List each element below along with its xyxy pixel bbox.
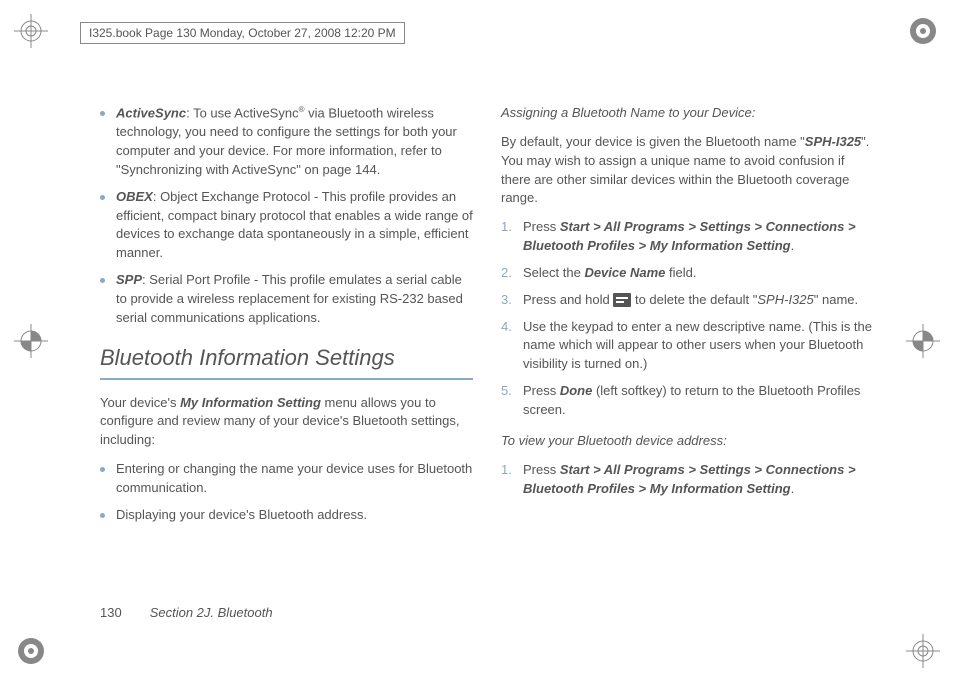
profile-term: OBEX [116, 189, 153, 204]
profile-term: ActiveSync [116, 105, 186, 120]
crop-mark-icon [14, 634, 48, 668]
right-column: Assigning a Bluetooth Name to your Devic… [501, 104, 874, 602]
menu-name: My Information Setting [180, 395, 321, 410]
text: . [791, 481, 795, 496]
device-name-default: SPH-I325 [805, 134, 861, 149]
text: Select the [523, 265, 584, 280]
assign-steps: Press Start > All Programs > Settings > … [501, 218, 874, 420]
profile-list: ActiveSync: To use ActiveSync® via Bluet… [100, 104, 473, 328]
text: : Serial Port Profile - This profile emu… [116, 272, 463, 325]
text: Press [523, 219, 560, 234]
device-name-default: SPH-I325 [757, 292, 813, 307]
text: Press [523, 383, 560, 398]
step-item: Press Start > All Programs > Settings > … [501, 461, 874, 499]
nav-path: Start > All Programs > Settings > Connec… [523, 462, 856, 496]
text: . [791, 238, 795, 253]
profile-term: SPP [116, 272, 142, 287]
crop-mark-icon [906, 634, 940, 668]
settings-list: Entering or changing the name your devic… [100, 460, 473, 525]
text: Press [523, 462, 560, 477]
text: Press and hold [523, 292, 613, 307]
crop-mark-icon [906, 14, 940, 48]
softkey-name: Done [560, 383, 593, 398]
view-heading: To view your Bluetooth device address: [501, 432, 874, 451]
left-column: ActiveSync: To use ActiveSync® via Bluet… [100, 104, 473, 602]
list-item: Displaying your device's Bluetooth addre… [100, 506, 473, 525]
text: Your device's [100, 395, 180, 410]
list-item: SPP: Serial Port Profile - This profile … [100, 271, 473, 328]
intro-paragraph: Your device's My Information Setting men… [100, 394, 473, 451]
crop-mark-icon [14, 324, 48, 358]
step-item: Press Start > All Programs > Settings > … [501, 218, 874, 256]
text: By default, your device is given the Blu… [501, 134, 805, 149]
step-item: Press Done (left softkey) to return to t… [501, 382, 874, 420]
crop-mark-icon [906, 324, 940, 358]
crop-mark-icon [14, 14, 48, 48]
text: : Object Exchange Protocol - This profil… [116, 189, 473, 261]
nav-path: Start > All Programs > Settings > Connec… [523, 219, 856, 253]
backspace-key-icon [613, 293, 631, 307]
text: : To use ActiveSync [186, 105, 299, 120]
assign-heading: Assigning a Bluetooth Name to your Devic… [501, 104, 874, 123]
step-item: Use the keypad to enter a new descriptiv… [501, 318, 874, 375]
list-item: OBEX: Object Exchange Protocol - This pr… [100, 188, 473, 263]
field-name: Device Name [584, 265, 665, 280]
page-header-meta: I325.book Page 130 Monday, October 27, 2… [80, 22, 405, 44]
text: field. [665, 265, 696, 280]
page-content: ActiveSync: To use ActiveSync® via Bluet… [100, 104, 874, 602]
section-heading: Bluetooth Information Settings [100, 342, 473, 380]
list-item: Entering or changing the name your devic… [100, 460, 473, 498]
view-steps: Press Start > All Programs > Settings > … [501, 461, 874, 499]
text: to delete the default " [631, 292, 757, 307]
text: " name. [814, 292, 858, 307]
step-item: Press and hold to delete the default "SP… [501, 291, 874, 310]
page-footer: 130 Section 2J. Bluetooth [100, 605, 273, 620]
list-item: ActiveSync: To use ActiveSync® via Bluet… [100, 104, 473, 180]
page-number: 130 [100, 605, 122, 620]
step-item: Select the Device Name field. [501, 264, 874, 283]
assign-intro: By default, your device is given the Blu… [501, 133, 874, 208]
section-label: Section 2J. Bluetooth [150, 605, 273, 620]
